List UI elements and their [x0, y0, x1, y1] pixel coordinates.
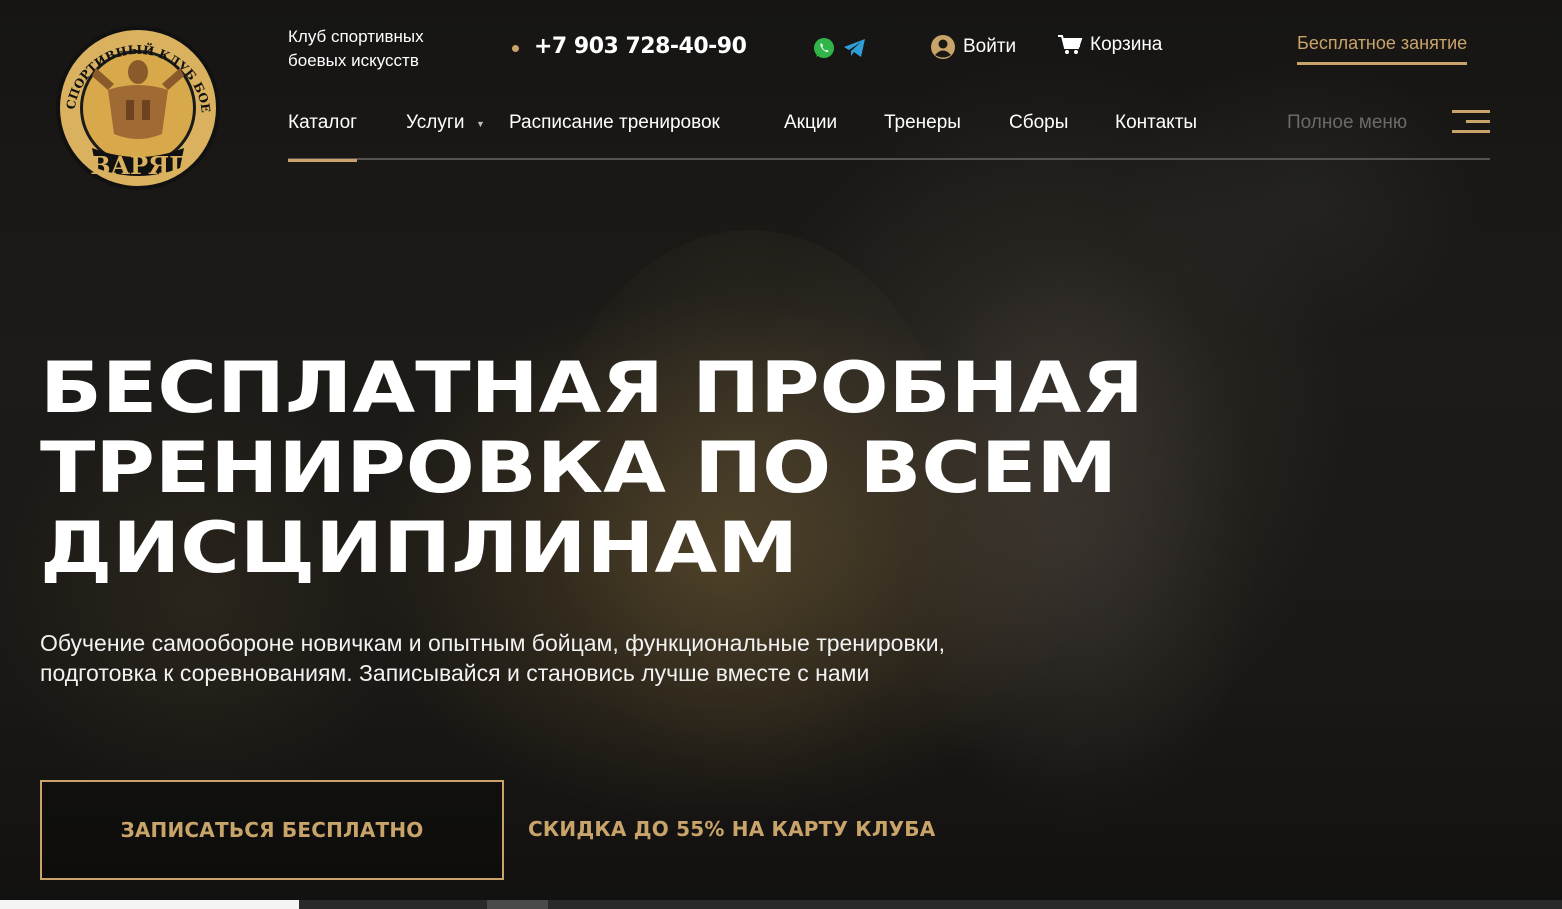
- club-logo[interactable]: СПОРТИВНЫЙ КЛУБ БОЕВЫХ ИСКУССТВ ВАРЯГ: [45, 5, 222, 194]
- cart-label: Корзина: [1090, 34, 1163, 55]
- hero-title: БЕСПЛАТНАЯ ПРОБНАЯ ТРЕНИРОВКА ПО ВСЕМ ДИ…: [40, 347, 1144, 589]
- nav-item-catalog[interactable]: Каталог: [288, 110, 358, 162]
- next-section-strip: [0, 900, 1562, 909]
- chevron-down-icon[interactable]: ▼: [476, 119, 485, 129]
- nav-item-services[interactable]: Услуги: [406, 110, 464, 160]
- cart-icon: [1058, 35, 1083, 54]
- nav-item-camps[interactable]: Сборы: [1009, 110, 1068, 160]
- login-label: Войти: [963, 36, 1017, 57]
- full-menu-label[interactable]: Полное меню: [1287, 110, 1407, 136]
- free-lesson-link[interactable]: Бесплатное занятие: [1297, 33, 1468, 65]
- nav-item-schedule[interactable]: Расписание тренировок: [509, 110, 720, 160]
- login-link[interactable]: Войти: [930, 34, 1016, 60]
- brand-tagline: Клуб спортивных боевых искусств: [288, 27, 424, 70]
- phone-number-link[interactable]: +7 903 728-40-90: [534, 34, 747, 59]
- hero-description: Обучение самообороне новичкам и опытным …: [40, 630, 945, 686]
- svg-text:ВАРЯГ: ВАРЯГ: [90, 151, 186, 180]
- telegram-icon[interactable]: [843, 37, 867, 59]
- whatsapp-icon[interactable]: [812, 36, 836, 60]
- phone-bullet: [512, 45, 519, 52]
- nav-item-trainers[interactable]: Тренеры: [884, 110, 961, 160]
- signup-free-button[interactable]: ЗАПИСАТЬСЯ БЕСПЛАТНО: [40, 780, 504, 880]
- signup-free-label: ЗАПИСАТЬСЯ БЕСПЛАТНО: [120, 818, 424, 842]
- cart-link[interactable]: Корзина: [1057, 34, 1162, 56]
- hamburger-menu-icon[interactable]: [1452, 110, 1490, 134]
- main-nav: Каталог Услуги ▼ Расписание тренировок А…: [288, 110, 1490, 162]
- nav-item-contacts[interactable]: Контакты: [1115, 110, 1197, 160]
- user-icon: [931, 35, 955, 59]
- nav-item-promotions[interactable]: Акции: [784, 110, 837, 160]
- club-card-discount-link[interactable]: СКИДКА ДО 55% НА КАРТУ КЛУБА: [528, 817, 935, 841]
